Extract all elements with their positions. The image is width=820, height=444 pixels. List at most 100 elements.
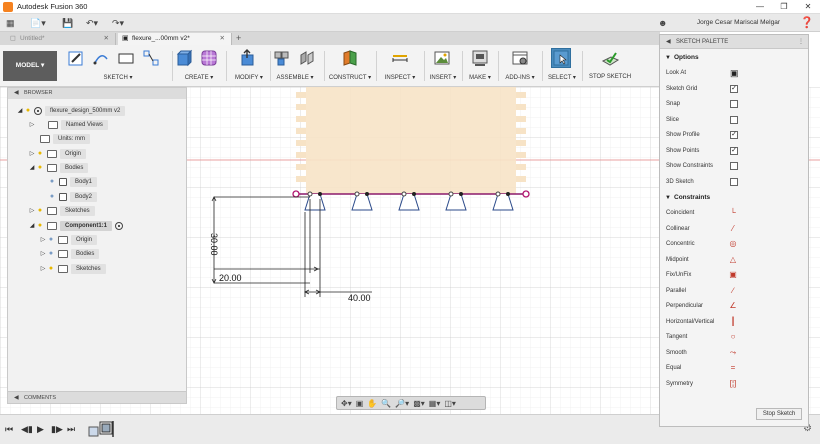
user-account-menu[interactable]: Jorge Cesar Mariscal Melgar (697, 14, 780, 32)
construct-menu[interactable]: CONSTRUCT (329, 75, 367, 81)
tree-item-origin[interactable]: ▷ ● Origin (28, 148, 87, 159)
redo-icon[interactable]: ↷▾ (112, 16, 124, 30)
tree-item-component-sketches[interactable]: ▷ ● Sketches (39, 263, 106, 274)
checkbox[interactable] (730, 100, 738, 108)
help-icon[interactable]: ❓ (800, 15, 814, 31)
palette-option-slice[interactable]: Slice (660, 114, 808, 126)
visibility-bulb-icon[interactable]: ● (47, 249, 55, 258)
checkbox[interactable]: ✓ (730, 146, 738, 155)
sketch-endpoint-right[interactable] (522, 190, 530, 198)
look-at-icon[interactable]: ▣ (356, 399, 364, 408)
select-menu[interactable]: SELECT (548, 75, 571, 81)
file-menu-icon[interactable]: 📄▾ (30, 16, 46, 30)
save-icon[interactable]: 💾 (62, 16, 73, 30)
options-section-header[interactable]: ▼ Options (660, 52, 808, 64)
tree-item-body1[interactable]: ● Body1 (48, 176, 98, 187)
tree-root[interactable]: ◢ ● flexure_design_500mm v2 (16, 105, 126, 116)
pan-icon[interactable]: ✋ (367, 399, 377, 408)
collapsed-triangle-icon[interactable]: ▷ (28, 207, 36, 214)
display-settings-icon[interactable]: ▩▾ (413, 399, 425, 408)
create-menu[interactable]: CREATE (185, 75, 209, 81)
tree-item-units[interactable]: Units: mm (36, 133, 90, 144)
zoom-icon[interactable]: 🔍 (381, 399, 391, 408)
active-component-radio-icon[interactable] (115, 221, 123, 230)
constraint-concentric[interactable]: Concentric ◎ (660, 238, 808, 250)
constraint-equal[interactable]: Equal = (660, 362, 808, 374)
constraint-smooth[interactable]: Smooth ⤳ (660, 347, 808, 359)
constraint-parallel[interactable]: Parallel ∕ (660, 285, 808, 297)
dimension-vertical[interactable]: 30.00 (209, 233, 219, 256)
constraint-midpoint[interactable]: Midpoint △ (660, 254, 808, 266)
go-to-start-icon[interactable]: ⏮ (5, 423, 13, 435)
stop-sketch-icon[interactable] (600, 48, 620, 68)
extrude-icon[interactable] (174, 48, 194, 68)
undo-icon[interactable]: ↶▾ (86, 16, 98, 30)
sketch-tools-icon[interactable] (141, 48, 161, 68)
data-panel-icon[interactable]: ▦ (6, 16, 15, 30)
visibility-bulb-icon[interactable]: ● (24, 106, 32, 115)
checkbox[interactable] (730, 115, 738, 124)
visibility-bulb-icon[interactable]: ● (48, 177, 56, 186)
tree-item-bodies[interactable]: ◢ ● Bodies (28, 162, 89, 173)
scripts-addins-icon[interactable] (510, 48, 530, 68)
palette-option-show-points[interactable]: Show Points ✓ (660, 145, 808, 157)
visibility-bulb-icon[interactable]: ● (36, 221, 44, 230)
new-component-icon[interactable] (272, 48, 292, 68)
comments-panel[interactable]: ◀ COMMENTS (7, 391, 187, 404)
palette-option-snap[interactable]: Snap (660, 98, 808, 110)
tree-item-sketches[interactable]: ▷ ● Sketches (28, 205, 95, 216)
constraint-symmetry[interactable]: Symmetry [¦] (660, 378, 808, 390)
constraint-perpendicular[interactable]: Perpendicular ∠ (660, 300, 808, 312)
visibility-bulb-icon[interactable]: ● (47, 264, 55, 273)
palette-options-icon[interactable]: ⋮ (798, 35, 804, 49)
palette-option-look-at[interactable]: Look At ▣ (660, 67, 808, 79)
visibility-bulb-icon[interactable]: ● (36, 206, 44, 215)
tree-item-body2[interactable]: ● Body2 (48, 191, 98, 202)
workspace-switcher-button[interactable]: MODEL ▾ (3, 51, 57, 81)
palette-option-show-profile[interactable]: Show Profile ✓ (660, 129, 808, 141)
insert-menu[interactable]: INSERT (430, 75, 452, 81)
make-menu[interactable]: MAKE (469, 75, 486, 81)
close-tab-icon[interactable]: ✕ (104, 33, 109, 45)
activate-radio-icon[interactable] (34, 106, 42, 115)
addins-menu[interactable]: ADD-INS (505, 75, 530, 81)
grid-settings-icon[interactable]: ▦▾ (429, 399, 441, 408)
browser-header[interactable]: ◀ BROWSER (8, 88, 186, 99)
expanded-triangle-icon[interactable]: ◢ (28, 164, 36, 171)
joint-icon[interactable] (297, 48, 317, 68)
modify-menu[interactable]: MODIFY (235, 75, 258, 81)
tree-item-component-bodies[interactable]: ▷ ● Bodies (39, 248, 100, 259)
tree-item-named-views[interactable]: ▷ Named Views (28, 119, 108, 130)
palette-option-3d-sketch[interactable]: 3D Sketch (660, 176, 808, 188)
sketch-palette-header[interactable]: ◀ SKETCH PALETTE ⋮ (660, 35, 808, 49)
offset-plane-icon[interactable] (340, 48, 360, 68)
collapsed-triangle-icon[interactable]: ▷ (39, 265, 47, 272)
visibility-bulb-icon[interactable]: ● (48, 192, 56, 201)
visibility-bulb-icon[interactable]: ● (36, 149, 44, 158)
stop-sketch-button[interactable]: STOP SKETCH (589, 74, 631, 80)
3d-print-icon[interactable] (470, 48, 490, 68)
line-icon[interactable] (91, 48, 111, 68)
tab-untitled[interactable]: ◻ Untitled* ✕ (6, 33, 116, 45)
tree-item-component-origin[interactable]: ▷ ● Origin (39, 234, 98, 245)
insert-image-icon[interactable] (432, 48, 452, 68)
user-icon[interactable]: ☻ (658, 18, 668, 28)
constraint-tangent[interactable]: Tangent ○ (660, 331, 808, 343)
inspect-menu[interactable]: INSPECT (385, 75, 411, 81)
palette-option-show-constraints[interactable]: Show Constraints (660, 160, 808, 172)
dimension-horizontal-1[interactable]: 20.00 (219, 273, 242, 283)
go-to-end-icon[interactable]: ⏭ (67, 423, 75, 435)
checkbox[interactable] (730, 162, 738, 170)
new-tab-button[interactable]: + (236, 32, 241, 45)
press-pull-icon[interactable] (238, 48, 258, 68)
look-at-icon[interactable]: ▣ (730, 69, 739, 78)
orbit-icon[interactable]: ✥▾ (341, 399, 352, 408)
constraint-coincident[interactable]: Coincident └ (660, 207, 808, 219)
checkbox[interactable]: ✓ (730, 131, 738, 139)
close-tab-icon[interactable]: ✕ (220, 33, 225, 45)
step-back-icon[interactable]: ◀▮ (21, 423, 33, 435)
constraints-section-header[interactable]: ▼ Constraints (660, 192, 808, 204)
dimension-horizontal-2[interactable]: 40.00 (348, 293, 371, 303)
tab-flexure-design[interactable]: ▣ flexure_...00mm v2* ✕ (118, 33, 232, 45)
collapsed-triangle-icon[interactable]: ▷ (39, 250, 47, 257)
